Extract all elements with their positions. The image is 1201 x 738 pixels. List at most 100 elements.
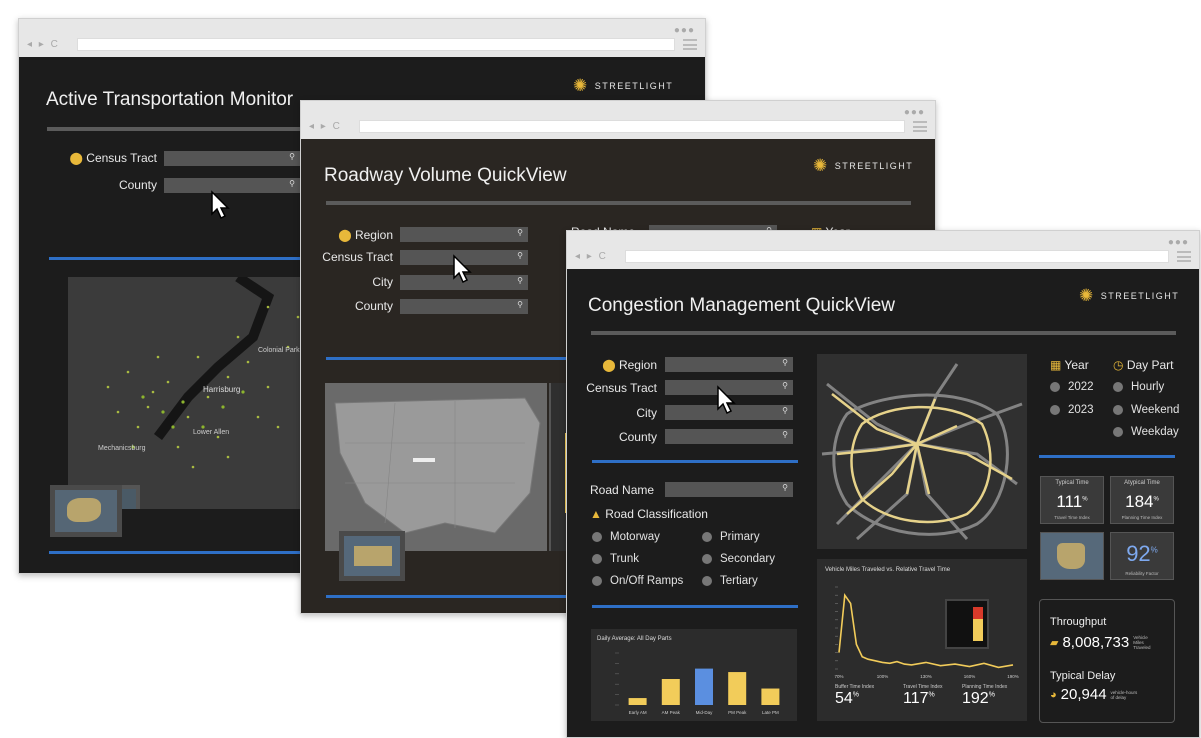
section-divider-2	[592, 605, 798, 608]
radio-year-2023[interactable]: 2023	[1050, 404, 1094, 416]
map-inset-thumbnail[interactable]	[339, 531, 405, 581]
address-bar[interactable]	[77, 38, 675, 51]
map-label-mechanicsburg: Mechanicsburg	[98, 445, 146, 452]
reliability-card: 92% Reliability Factor	[1110, 532, 1174, 580]
typical-delay-label: Typical Delay	[1050, 670, 1116, 682]
radio-weekday[interactable]: Weekday	[1113, 426, 1179, 438]
bar-pm-peak	[728, 672, 747, 705]
radio-dot-icon	[592, 554, 602, 564]
field-label-city: City	[636, 406, 657, 420]
daily-average-chart-panel: Daily Average: All Day Parts Early AM AM …	[591, 629, 797, 721]
bar-late-pm	[761, 688, 780, 705]
road-network-map	[821, 363, 1023, 541]
stat-unit: %	[928, 691, 935, 699]
address-bar[interactable]	[625, 250, 1169, 263]
radio-weekend[interactable]: Weekend	[1113, 404, 1179, 416]
window-controls-icon[interactable]: ●●●	[1168, 237, 1189, 248]
stat-travel-time: Travel Time Index 117%	[903, 684, 943, 708]
page-title: Congestion Management QuickView	[588, 295, 895, 316]
stat-unit: %	[852, 691, 860, 699]
radio-tertiary[interactable]: Tertiary	[702, 575, 758, 587]
bar-chart: Early AM AM Peak Mid-Day PM Peak Late PM	[615, 652, 780, 715]
nav-buttons-icon[interactable]: ◂ ▸ C	[575, 251, 608, 262]
search-icon: ⚲	[289, 152, 295, 161]
typical-delay-value-row: ◕ 20,944 vehicle-hours of delay	[1050, 686, 1139, 703]
radio-motorway[interactable]: Motorway	[592, 531, 660, 543]
bar-mid-day	[695, 668, 713, 705]
mouse-cursor-icon	[211, 190, 230, 220]
region-shape-icon	[1057, 543, 1085, 569]
search-icon: ⚲	[782, 430, 788, 439]
search-icon: ⚲	[517, 251, 523, 260]
hamburger-menu-icon[interactable]	[1177, 251, 1191, 262]
browser-chrome: ●●● ◂ ▸ C	[19, 19, 705, 57]
field-label-city: City	[372, 275, 393, 289]
search-icon: ⚲	[782, 406, 788, 415]
us-map-view[interactable]	[325, 383, 547, 551]
page-title: Active Transportation Monitor	[46, 89, 294, 110]
metric-value: 111%	[1056, 492, 1088, 511]
gauge-red-bar	[973, 607, 983, 619]
bar-early-am	[628, 698, 647, 705]
radio-secondary[interactable]: Secondary	[702, 553, 775, 565]
x-tick-label: 70%	[834, 674, 843, 679]
location-pin-icon: ⬤	[602, 358, 619, 372]
bar-tick-label: Mid-Day	[696, 710, 714, 715]
search-icon: ⚲	[782, 358, 788, 367]
congestion-map-view[interactable]	[817, 354, 1027, 549]
us-map-canvas	[334, 397, 541, 534]
metric-title: Typical Time	[1055, 480, 1089, 486]
radio-dot-icon	[592, 576, 602, 586]
map-canvas	[106, 277, 300, 469]
radio-year-2022[interactable]: 2022	[1050, 381, 1094, 393]
typical-delay-unit: vehicle-hours of delay	[1110, 689, 1138, 700]
region-input[interactable]: ⚲	[400, 227, 528, 242]
county-input[interactable]: ⚲	[400, 299, 528, 314]
page-content: Congestion Management QuickView ✺ STREETL…	[567, 269, 1199, 737]
county-input[interactable]: ⚲	[164, 178, 300, 193]
radio-hourly[interactable]: Hourly	[1113, 381, 1164, 393]
nav-buttons-icon[interactable]: ◂ ▸ C	[27, 39, 60, 50]
metric-subtitle: Reliability Factor	[1125, 571, 1159, 576]
map-inset-thumbnail[interactable]	[50, 485, 122, 537]
county-input[interactable]: ⚲	[665, 429, 793, 444]
atypical-time-card: Atypical Time 184% Planning Time Index	[1110, 476, 1174, 524]
map-view[interactable]: Harrisburg Mechanicsburg Lower Allen Col…	[68, 277, 308, 509]
bar-tick-label: Late PM	[762, 710, 779, 715]
streetlight-logo: ✺ STREETLIGHT	[573, 76, 674, 95]
day-part-label: ◷ Day Part	[1113, 358, 1174, 372]
field-label-county: County	[118, 178, 157, 192]
nav-buttons-icon[interactable]: ◂ ▸ C	[309, 121, 342, 132]
map-label-lower-allen: Lower Allen	[193, 429, 230, 436]
gauge-box	[945, 599, 989, 649]
window-controls-icon[interactable]: ●●●	[904, 107, 925, 118]
radio-dot-icon	[592, 532, 602, 542]
region-shape-icon	[354, 546, 392, 566]
section-divider-right	[1039, 455, 1175, 458]
road-name-input[interactable]: ⚲	[665, 482, 793, 497]
mouse-cursor-icon	[453, 254, 472, 284]
stat-value: 117	[903, 690, 929, 707]
address-bar[interactable]	[359, 120, 905, 133]
mouse-cursor-icon	[717, 385, 736, 415]
region-thumbnail-card[interactable]	[1040, 532, 1104, 580]
metric-unit: %	[1082, 496, 1088, 503]
hamburger-menu-icon[interactable]	[913, 121, 927, 132]
calendar-icon: ▦	[1050, 358, 1065, 372]
hamburger-menu-icon[interactable]	[683, 39, 697, 50]
radio-primary[interactable]: Primary	[702, 531, 760, 543]
x-tick-label: 160%	[964, 674, 976, 679]
census-tract-input[interactable]: ⚲	[164, 151, 300, 166]
search-icon: ⚲	[782, 483, 788, 492]
radio-on-off-ramps[interactable]: On/Off Ramps	[592, 575, 683, 587]
browser-chrome: ●●● ◂ ▸ C	[301, 101, 935, 139]
region-input[interactable]: ⚲	[665, 357, 793, 372]
browser-chrome: ●●● ◂ ▸ C	[567, 231, 1199, 269]
window-controls-icon[interactable]: ●●●	[674, 25, 695, 36]
throughput-delay-card: Throughput ▰ 8,008,733 Vehicle Miles Tra…	[1039, 599, 1175, 723]
title-divider	[326, 201, 911, 205]
bar-am-peak	[661, 679, 680, 705]
radio-trunk[interactable]: Trunk	[592, 553, 639, 565]
car-icon: ▰	[1050, 637, 1059, 649]
field-label-region: ⬤ Region	[338, 228, 393, 242]
